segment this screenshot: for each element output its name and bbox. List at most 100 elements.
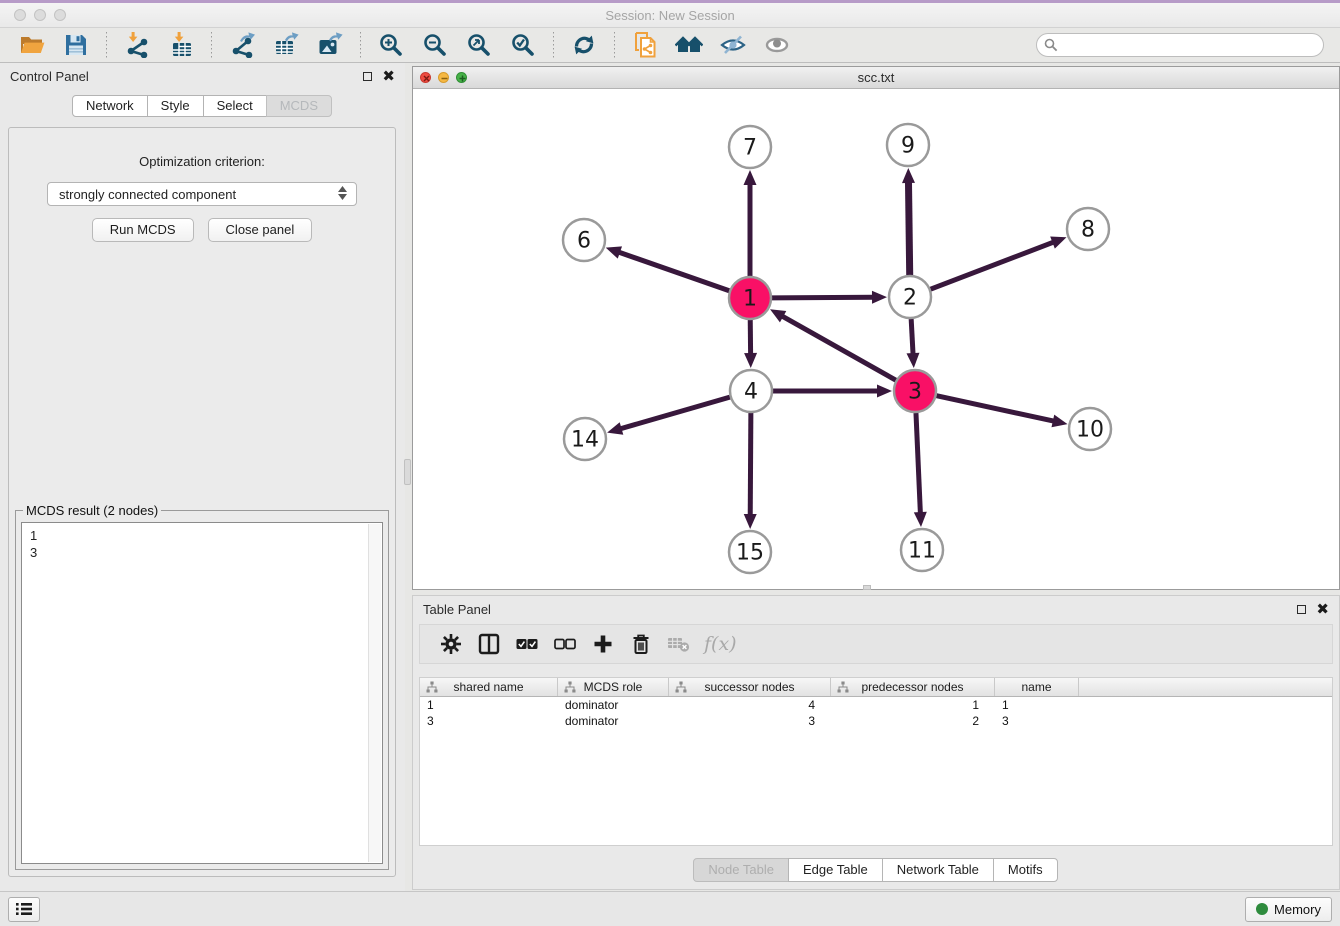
close-table-panel-icon[interactable]: ✖	[1316, 602, 1329, 617]
deselect-all-columns-icon[interactable]	[550, 629, 580, 659]
import-network-icon[interactable]	[122, 30, 152, 60]
tab-network[interactable]: Network	[72, 95, 148, 117]
float-table-panel-icon[interactable]	[1297, 605, 1306, 614]
home-networks-icon[interactable]	[674, 30, 704, 60]
import-table-icon[interactable]	[166, 30, 196, 60]
table-cell[interactable]: 3	[995, 714, 1079, 728]
table-cell[interactable]: 3	[420, 714, 558, 728]
column-header-predecessor-nodes[interactable]: predecessor nodes	[831, 678, 995, 696]
apply-layout-icon[interactable]	[569, 30, 599, 60]
close-panel-icon[interactable]: ✖	[382, 69, 395, 84]
network-window-title: scc.txt	[413, 70, 1339, 85]
app-titlebar[interactable]: Session: New Session	[0, 3, 1340, 28]
graph-edge-3-10[interactable]	[936, 396, 1054, 422]
graph-edge-3-1[interactable]	[781, 316, 895, 381]
tab-network-table[interactable]: Network Table	[882, 858, 994, 882]
table-cell[interactable]: 1	[995, 698, 1079, 712]
column-header-MCDS-role[interactable]: MCDS role	[558, 678, 669, 696]
graph-edge-4-15[interactable]	[750, 413, 751, 516]
delete-table-icon[interactable]	[664, 629, 694, 659]
column-header-name[interactable]: name	[995, 678, 1079, 696]
network-close-button[interactable]	[420, 72, 431, 83]
table-cell[interactable]: 3	[669, 714, 831, 728]
graph-edge-arrowhead	[744, 170, 757, 185]
graph-edge-arrowhead	[906, 353, 919, 368]
graph-edge-3-11[interactable]	[916, 413, 920, 514]
zoom-out-icon[interactable]	[420, 30, 450, 60]
panel-splitter-handle[interactable]	[404, 459, 411, 485]
hierarchy-icon	[675, 681, 687, 693]
save-session-icon[interactable]	[61, 30, 91, 60]
close-panel-button[interactable]: Close panel	[208, 218, 313, 242]
minimize-window-button[interactable]	[34, 9, 46, 21]
network-resize-handle[interactable]	[863, 585, 871, 590]
graph-edge-1-6[interactable]	[618, 252, 729, 291]
zoom-fit-icon[interactable]	[464, 30, 494, 60]
open-in-cytoscape-icon[interactable]	[630, 30, 660, 60]
tab-motifs[interactable]: Motifs	[993, 858, 1058, 882]
table-panel-tabs: Node Table Edge Table Network Table Moti…	[413, 858, 1339, 882]
show-column-panel-icon[interactable]	[474, 629, 504, 659]
show-hidden-eye-icon[interactable]	[762, 30, 792, 60]
graph-edge-4-14[interactable]	[620, 397, 730, 429]
zoom-selected-icon[interactable]	[508, 30, 538, 60]
column-header-shared-name[interactable]: shared name	[420, 678, 558, 696]
toolbar-separator	[553, 32, 554, 58]
table-cell[interactable]: 2	[831, 714, 995, 728]
graph-edge-2-9[interactable]	[908, 181, 909, 275]
export-image-icon[interactable]	[315, 30, 345, 60]
graph-edge-2-3[interactable]	[911, 319, 913, 355]
tab-edge-table[interactable]: Edge Table	[788, 858, 883, 882]
toolbar-separator	[211, 32, 212, 58]
criterion-select[interactable]: strongly connected component	[47, 182, 357, 206]
tab-mcds[interactable]: MCDS	[266, 95, 332, 117]
graph-edge-arrowhead	[1051, 415, 1067, 428]
hide-selected-eye-slash-icon[interactable]	[718, 30, 748, 60]
close-window-button[interactable]	[14, 9, 26, 21]
table-settings-gear-icon[interactable]	[436, 629, 466, 659]
network-window-titlebar[interactable]: scc.txt	[413, 67, 1339, 89]
hierarchy-icon	[564, 681, 576, 693]
table-row[interactable]: 1dominator411	[420, 697, 1332, 713]
maximize-window-button[interactable]	[54, 9, 66, 21]
export-network-icon[interactable]	[227, 30, 257, 60]
task-history-button[interactable]	[8, 897, 40, 922]
graph-node-label-8: 8	[1081, 218, 1095, 243]
column-header-successor-nodes[interactable]: successor nodes	[669, 678, 831, 696]
graph-edge-2-8[interactable]	[931, 242, 1055, 289]
function-builder-icon[interactable]: f(x)	[704, 633, 737, 655]
network-zoom-button[interactable]	[456, 72, 467, 83]
float-panel-icon[interactable]	[363, 72, 372, 81]
table-cell[interactable]: dominator	[558, 698, 669, 712]
search-icon	[1044, 38, 1058, 52]
select-all-columns-icon[interactable]	[512, 629, 542, 659]
mcds-result-box: MCDS result (2 nodes) 1 3	[15, 503, 389, 870]
table-cell[interactable]: 1	[420, 698, 558, 712]
table-cell[interactable]: dominator	[558, 714, 669, 728]
mcds-result-area[interactable]: 1 3	[21, 522, 383, 864]
hierarchy-icon	[426, 681, 438, 693]
memory-status-icon	[1256, 903, 1268, 915]
network-minimize-button[interactable]	[438, 72, 449, 83]
run-mcds-button[interactable]: Run MCDS	[92, 218, 194, 242]
table-row[interactable]: 3dominator323	[420, 713, 1332, 729]
node-table-body: 1dominator4113dominator323	[420, 697, 1332, 729]
tab-style[interactable]: Style	[147, 95, 204, 117]
graph-edge-1-2[interactable]	[772, 297, 874, 298]
delete-column-trash-icon[interactable]	[626, 629, 656, 659]
result-scrollbar[interactable]	[368, 524, 381, 862]
export-table-icon[interactable]	[271, 30, 301, 60]
tab-select[interactable]: Select	[203, 95, 267, 117]
create-column-plus-icon[interactable]	[588, 629, 618, 659]
open-session-icon[interactable]	[17, 30, 47, 60]
memory-button[interactable]: Memory	[1245, 897, 1332, 922]
criterion-value: strongly connected component	[59, 187, 236, 202]
search-input[interactable]	[1036, 33, 1324, 57]
network-canvas[interactable]: 7968124314101511	[413, 89, 1339, 589]
tab-node-table[interactable]: Node Table	[693, 858, 789, 882]
table-cell[interactable]: 1	[831, 698, 995, 712]
network-canvas-container[interactable]: 7968124314101511	[413, 89, 1339, 589]
table-cell[interactable]: 4	[669, 698, 831, 712]
zoom-in-icon[interactable]	[376, 30, 406, 60]
toolbar-separator	[106, 32, 107, 58]
